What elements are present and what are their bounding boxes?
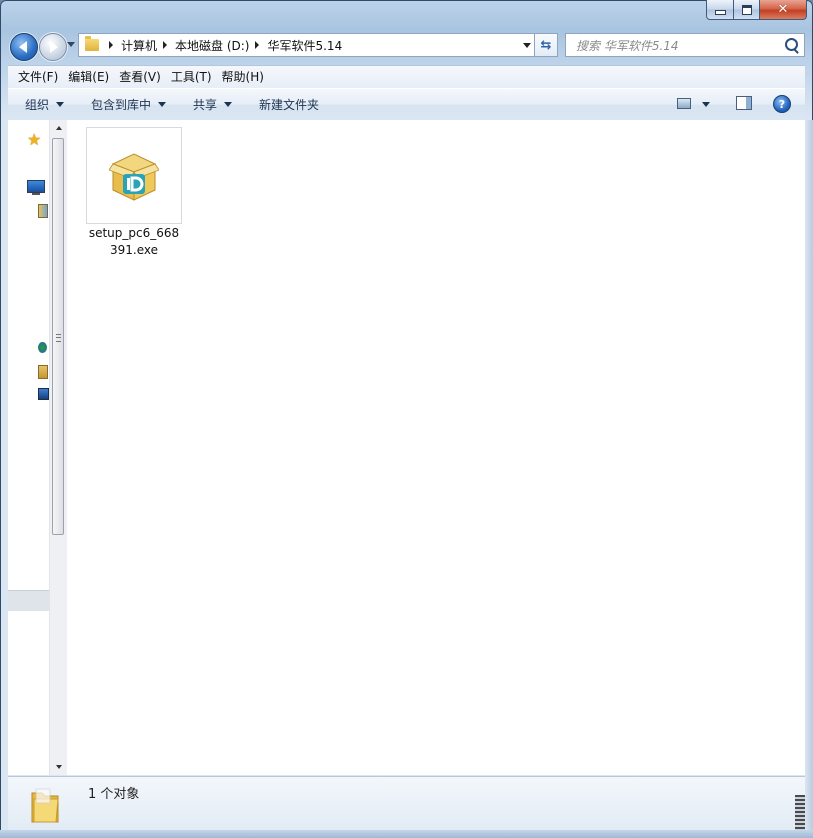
breadcrumb-chevron-icon[interactable] bbox=[163, 41, 168, 49]
search-box[interactable] bbox=[565, 33, 805, 57]
explorer-window: ✕ 计算机 本地磁盘 (D:) 华军软件5.14 ⇆ 文件(F) bbox=[0, 0, 813, 838]
homegroup-icon[interactable] bbox=[38, 342, 47, 353]
help-icon[interactable]: ? bbox=[773, 95, 791, 113]
organize-label: 组织 bbox=[25, 98, 50, 112]
scroll-up-button[interactable] bbox=[50, 120, 67, 136]
change-view-icon[interactable] bbox=[677, 98, 691, 109]
caption-buttons: ✕ bbox=[706, 0, 807, 20]
desktop-icon[interactable] bbox=[27, 180, 45, 195]
file-item[interactable] bbox=[86, 127, 182, 224]
libraries-icon[interactable] bbox=[38, 204, 48, 218]
breadcrumb-chevron-icon[interactable] bbox=[255, 41, 260, 49]
share-label: 共享 bbox=[193, 98, 218, 112]
file-name[interactable]: setup_pc6_668391.exe bbox=[86, 225, 182, 259]
search-icon[interactable] bbox=[785, 38, 798, 51]
preview-pane-icon[interactable] bbox=[736, 96, 752, 110]
scroll-up-icon bbox=[55, 126, 62, 130]
file-list-view[interactable]: setup_pc6_668391.exe bbox=[67, 120, 805, 775]
close-button[interactable]: ✕ bbox=[760, 0, 807, 20]
window-frame-right bbox=[805, 120, 813, 838]
breadcrumb-local-disk[interactable]: 本地磁盘 (D:) bbox=[175, 37, 249, 54]
view-options-dropdown-icon[interactable] bbox=[702, 102, 710, 107]
refresh-button[interactable]: ⇆ bbox=[534, 33, 558, 57]
installer-box-icon bbox=[109, 153, 159, 201]
menu-file[interactable]: 文件(F) bbox=[8, 66, 63, 88]
menu-view[interactable]: 查看(V) bbox=[114, 66, 166, 88]
minimize-button[interactable] bbox=[706, 0, 734, 20]
breadcrumb-chevron-icon[interactable] bbox=[109, 41, 113, 49]
menu-help[interactable]: 帮助(H) bbox=[217, 66, 269, 88]
scroll-down-icon bbox=[55, 765, 62, 769]
chevron-down-icon bbox=[56, 102, 65, 107]
minimize-icon bbox=[714, 10, 726, 15]
chevron-down-icon bbox=[158, 102, 167, 107]
address-bar[interactable]: 计算机 本地磁盘 (D:) 华军软件5.14 bbox=[78, 33, 536, 57]
menu-edit[interactable]: 编辑(E) bbox=[63, 66, 114, 88]
back-button[interactable] bbox=[10, 33, 38, 61]
chevron-down-icon bbox=[224, 102, 233, 107]
new-folder-label: 新建文件夹 bbox=[259, 98, 320, 112]
item-count-text: 1 个对象 bbox=[88, 787, 140, 802]
grip-icon bbox=[56, 334, 61, 342]
breadcrumb-current-folder[interactable]: 华军软件5.14 bbox=[267, 37, 342, 54]
address-dropdown-icon[interactable] bbox=[523, 43, 531, 48]
share-button[interactable]: 共享 bbox=[176, 96, 242, 113]
network-icon[interactable] bbox=[38, 388, 49, 400]
navigation-row: 计算机 本地磁盘 (D:) 华军软件5.14 ⇆ bbox=[8, 30, 805, 62]
back-arrow-icon bbox=[19, 41, 27, 53]
folder-icon bbox=[85, 36, 99, 51]
forward-button[interactable] bbox=[39, 33, 67, 61]
maximize-button[interactable] bbox=[734, 0, 760, 20]
breadcrumb-computer[interactable]: 计算机 bbox=[121, 37, 157, 54]
menu-bar: 文件(F) 编辑(E) 查看(V) 工具(T) 帮助(H) bbox=[8, 65, 805, 88]
include-in-library-button[interactable]: 包含到库中 bbox=[74, 96, 176, 113]
navigation-pane-footer bbox=[8, 590, 49, 611]
forward-arrow-icon bbox=[50, 41, 58, 53]
organize-button[interactable]: 组织 bbox=[8, 96, 74, 113]
navigation-scrollbar[interactable] bbox=[49, 120, 67, 775]
recent-pages-dropdown-icon[interactable] bbox=[67, 42, 75, 47]
window-frame-bottom bbox=[0, 830, 813, 838]
refresh-icon: ⇆ bbox=[540, 37, 552, 53]
scroll-thumb[interactable] bbox=[52, 138, 64, 535]
search-input[interactable] bbox=[574, 35, 778, 57]
computer-icon[interactable] bbox=[38, 365, 48, 379]
details-pane: 1 个对象 bbox=[8, 776, 805, 831]
new-folder-button[interactable]: 新建文件夹 bbox=[242, 96, 329, 113]
menu-tools[interactable]: 工具(T) bbox=[166, 66, 217, 88]
folder-icon bbox=[31, 788, 59, 823]
include-in-library-label: 包含到库中 bbox=[91, 98, 152, 112]
favorites-star-icon[interactable]: ★ bbox=[27, 132, 41, 148]
resize-grip-icon[interactable] bbox=[795, 795, 805, 831]
maximize-icon bbox=[741, 4, 752, 15]
close-icon: ✕ bbox=[777, 2, 789, 17]
command-bar: 组织 包含到库中 共享 新建文件夹 ? bbox=[8, 88, 805, 121]
scroll-down-button[interactable] bbox=[50, 759, 67, 775]
